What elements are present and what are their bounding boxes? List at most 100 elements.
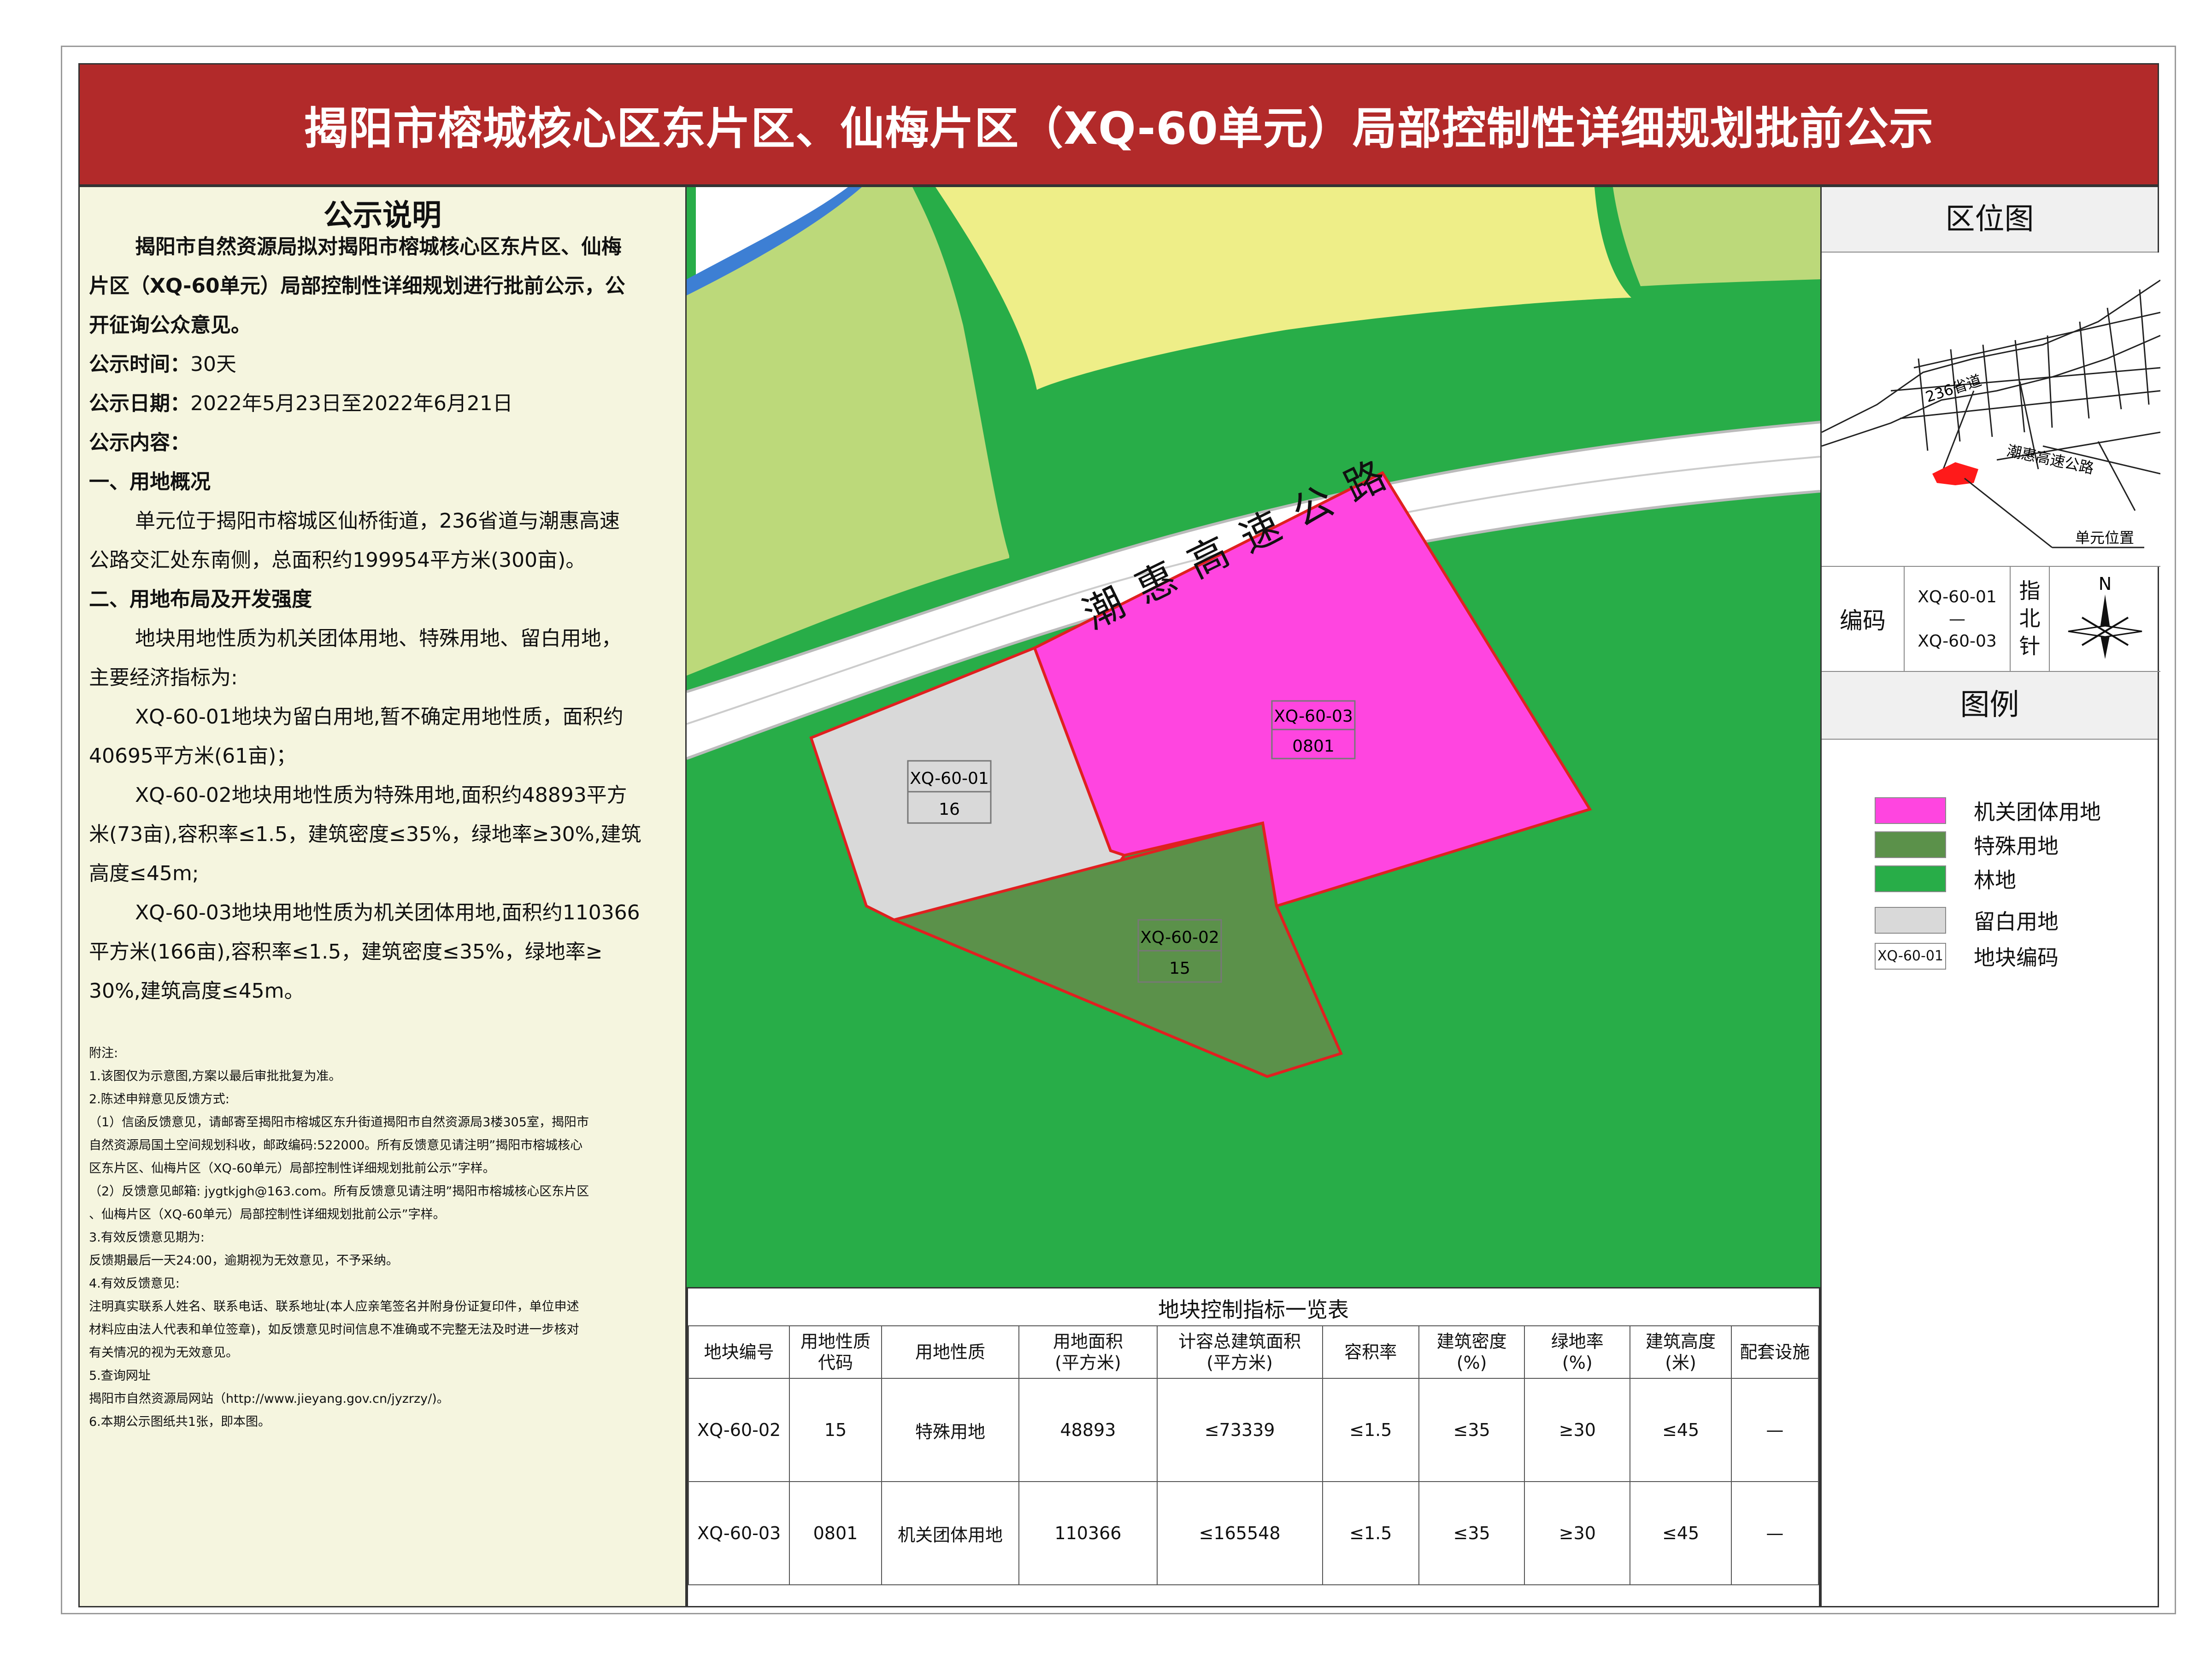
legend-label: 地块编码 — [1974, 945, 2059, 970]
note-line: 2.陈述申辩意见反馈方式: — [89, 1092, 229, 1106]
table-cell: 0801 — [789, 1481, 882, 1585]
note-line: 、仙梅片区（XQ-60单元）局部控制性详细规划批前公示”字样。 — [89, 1207, 446, 1222]
legend-swatch-office — [1875, 797, 1946, 824]
note-line: 5.查询网址 — [89, 1369, 151, 1383]
parcel-label-01: XQ-60-01 16 — [907, 760, 992, 824]
intro-line: 片区（XQ-60单元）局部控制性详细规划进行批前公示，公 — [89, 274, 625, 298]
time-value: 30天 — [190, 353, 236, 376]
legend-swatch-reserved — [1875, 907, 1946, 934]
parcel-type-code: 0801 — [1292, 737, 1335, 756]
code-label: 编码 — [1822, 567, 1905, 671]
legend-swatch-forest — [1875, 865, 1946, 892]
table-cell: XQ-60-02 — [688, 1378, 790, 1482]
content-label: 公示内容： — [89, 431, 190, 454]
note-line: 区东片区、仙梅片区（XQ-60单元）局部控制性详细规划批前公示”字样。 — [89, 1161, 495, 1176]
map-svg: XQ-60-01 16 XQ-60-03 0801 XQ-60-02 15 潮惠… — [687, 187, 1820, 1287]
legend-code-sample: XQ-60-01 — [1875, 943, 1946, 970]
parcel-text: 30%,建筑高度≤45m。 — [89, 979, 305, 1003]
table-row: XQ-60-02 15 特殊用地 48893 ≤73339 ≤1.5 ≤35 ≥… — [688, 1378, 1819, 1482]
note-line: （2）反馈意见邮箱: jygtkjgh@163.com。所有反馈意见请注明”揭阳… — [89, 1184, 589, 1199]
note-line: （1）信函反馈意见，请邮寄至揭阳市榕城区东升街道揭阳市自然资源局3楼305室，揭… — [89, 1115, 589, 1130]
parcel-type-code: 15 — [1169, 959, 1190, 978]
col-header: 配套设施 — [1730, 1325, 1819, 1379]
table-cell: 特殊用地 — [881, 1378, 1020, 1482]
note-line: 附注: — [89, 1046, 118, 1060]
parcel-label-02: XQ-60-02 15 — [1137, 919, 1222, 983]
table-cell: XQ-60-03 — [688, 1481, 790, 1585]
north-arrow-icon: N — [2068, 574, 2142, 659]
section-text: 单元位于揭阳市榕城区仙桥街道，236省道与潮惠高速 — [135, 509, 620, 533]
table-cell: ≤35 — [1418, 1481, 1525, 1585]
land-use-map: XQ-60-01 16 XQ-60-03 0801 XQ-60-02 15 潮惠… — [687, 186, 1820, 1287]
col-header: 用地性质 代码 — [789, 1325, 882, 1379]
section-title: 一、用地概况 — [89, 470, 211, 494]
legend-heading: 图例 — [1822, 672, 2158, 740]
table-cell: 110366 — [1018, 1481, 1158, 1585]
intro-line: 揭阳市自然资源局拟对揭阳市榕城核心区东片区、仙梅 — [135, 235, 622, 259]
code-range: XQ-60-01 — XQ-60-03 — [1905, 567, 2011, 671]
legend-swatch-special — [1875, 831, 1946, 858]
parcel-type-code: 16 — [939, 800, 960, 819]
parcel-text: XQ-60-03地块用地性质为机关团体用地,面积约110366 — [135, 901, 640, 924]
code-from: XQ-60-01 — [1918, 588, 1997, 606]
col-header: 容积率 — [1322, 1325, 1419, 1379]
table-cell: ≤73339 — [1156, 1378, 1323, 1482]
col-header: 绿地率 (%) — [1524, 1325, 1631, 1379]
section-text: 地块用地性质为机关团体用地、特殊用地、留白用地， — [135, 627, 622, 650]
table-cell: ≤1.5 — [1322, 1378, 1419, 1482]
table-cell: ≤45 — [1630, 1481, 1732, 1585]
table-row: XQ-60-03 0801 机关团体用地 110366 ≤165548 ≤1.5… — [688, 1481, 1819, 1585]
page-title: 揭阳市榕城核心区东片区、仙梅片区（XQ-60单元）局部控制性详细规划批前公示 — [304, 102, 1934, 154]
code-box: 编码 XQ-60-01 — XQ-60-03 指 北 针 N — [1822, 566, 2160, 672]
code-dash: — — [1949, 610, 1965, 629]
table-cell: — — [1730, 1378, 1819, 1482]
note-line: 揭阳市自然资源局网站（http://www.jieyang.gov.cn/jyz… — [89, 1392, 449, 1406]
parcel-text: 米(73亩),容积率≤1.5，建筑密度≤35%，绿地率≥30%,建筑 — [89, 823, 641, 846]
parcel-text: XQ-60-01地块为留白用地,暂不确定用地性质，面积约 — [135, 705, 624, 729]
legend-label: 特殊用地 — [1974, 834, 2059, 859]
info-panel: 区位图 236省道 潮惠高速公路 单元位置 编码 XQ-60-01 — XQ-6… — [1820, 186, 2160, 1607]
parcel-text: 40695平方米(61亩)； — [89, 744, 297, 768]
location-heading: 区位图 — [1822, 187, 2158, 253]
note-line: 有关情况的视为无效意见。 — [89, 1346, 238, 1360]
table-cell: 48893 — [1018, 1378, 1158, 1482]
table-cell: ≥30 — [1524, 1378, 1631, 1482]
table-cell: ≤35 — [1418, 1378, 1525, 1482]
section-title: 二、用地布局及开发强度 — [89, 588, 312, 611]
legend-label: 机关团体用地 — [1974, 800, 2101, 824]
section-text: 公路交汇处东南侧，总面积约199954平方米(300亩)。 — [89, 548, 586, 572]
col-header: 计容总建筑面积 (平方米) — [1156, 1325, 1323, 1379]
col-header: 建筑密度 (%) — [1418, 1325, 1525, 1379]
note-line: 6.本期公示图纸共1张，即本图。 — [89, 1415, 271, 1429]
note-line: 材料应由法人代表和单位签章)，如反馈意见时间信息不准确或不完整无法及时进一步核对 — [89, 1323, 579, 1337]
svg-text:N: N — [2099, 574, 2112, 594]
intro-line: 开征询公众意见。 — [89, 313, 251, 337]
date-value: 2022年5月23日至2022年6月21日 — [190, 392, 513, 415]
col-header: 用地性质 — [881, 1325, 1020, 1379]
table-cell: 机关团体用地 — [881, 1481, 1020, 1585]
table-cell: ≥30 — [1524, 1481, 1631, 1585]
parcel-text: 高度≤45m; — [89, 862, 199, 885]
col-header: 地块编号 — [688, 1325, 790, 1379]
parcel-text: 平方米(166亩),容积率≤1.5，建筑密度≤35%，绿地率≥ — [89, 940, 603, 964]
table-cell: 15 — [789, 1378, 882, 1482]
parcel-code: XQ-60-02 — [1140, 928, 1219, 947]
table-cell: ≤165548 — [1156, 1481, 1323, 1585]
note-line: 注明真实联系人姓名、联系电话、联系地址(本人应亲笔签名并附身份证复印件，单位申述 — [89, 1300, 579, 1314]
parcel-label-03: XQ-60-03 0801 — [1271, 700, 1356, 759]
code-to: XQ-60-03 — [1918, 632, 1997, 651]
table-cell: — — [1730, 1481, 1819, 1585]
table-header-row: 地块编号 用地性质 代码 用地性质 用地面积 (平方米) 计容总建筑面积 (平方米) … — [688, 1325, 1819, 1379]
indicator-table: 地块编号 用地性质 代码 用地性质 用地面积 (平方米) 计容总建筑面积 (平方米) … — [688, 1325, 1819, 1585]
table-cell: ≤1.5 — [1322, 1481, 1419, 1585]
note-line: 自然资源局国土空间规划科收，邮政编码:522000。所有反馈意见请注明”揭阳市榕… — [89, 1138, 583, 1153]
indicator-table-panel: 地块控制指标一览表 地块编号 用地性质 代码 用地性质 用地面积 (平方米) 计容总… — [687, 1287, 1820, 1607]
compass-label: 指 北 针 — [2011, 567, 2050, 671]
note-line: 1.该图仅为示意图,方案以最后审批批复为准。 — [89, 1069, 341, 1083]
parcel-text: XQ-60-02地块用地性质为特殊用地,面积约48893平方 — [135, 783, 627, 807]
notice-panel: 公示说明 揭阳市自然资源局拟对揭阳市榕城核心区东片区、仙梅 片区（XQ-60单元… — [78, 186, 687, 1607]
table-cell: ≤45 — [1630, 1378, 1732, 1482]
parcel-code: XQ-60-01 — [910, 769, 989, 788]
legend-label: 林地 — [1974, 868, 2016, 893]
legend-label: 留白用地 — [1974, 909, 2059, 934]
